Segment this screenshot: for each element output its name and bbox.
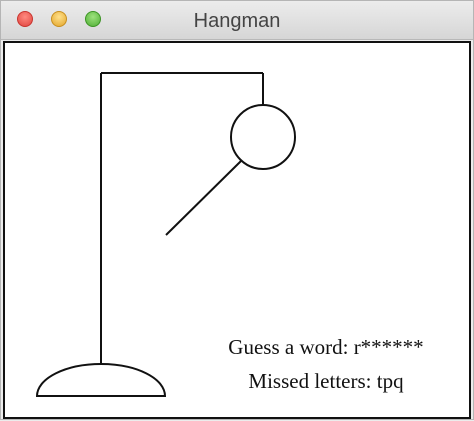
hangman-left-arm [165,160,242,236]
hangman-head [230,104,296,170]
missed-letters-text: Missed letters: tpq [248,369,404,393]
gallows-base [35,363,167,397]
guess-word-text: Guess a word: r****** [228,335,424,359]
hangman-window: Hangman Guess a word: r****** Missed let… [0,0,474,420]
